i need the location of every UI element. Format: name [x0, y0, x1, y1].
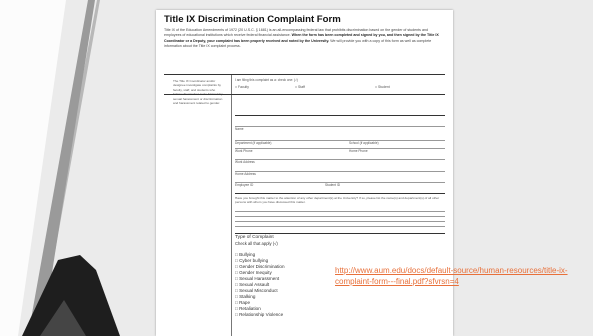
filing-option-label: Staff: [298, 85, 305, 89]
checkbox-icon: □: [235, 252, 238, 257]
complaint-type-label: Gender Inequity: [239, 269, 272, 275]
complaint-type-label: Sexual Assault: [239, 281, 270, 287]
name-field-label: Name: [235, 127, 244, 131]
form-body: The Title IX Coordinator and/or designee…: [164, 74, 445, 336]
complaint-type-subtitle: Check all that apply (√): [235, 241, 278, 246]
complaint-type-label: Gender Discrimination: [239, 263, 285, 269]
student-id-field-label: Student ID: [325, 183, 341, 187]
complaint-type-label: Retaliation: [239, 305, 261, 311]
complaint-type-label: Rape: [239, 299, 251, 305]
department-field-label: Department (if applicable): [235, 141, 272, 145]
answer-line: [235, 216, 445, 217]
home-address-field-label: Home Address: [235, 172, 256, 176]
filing-option-staff[interactable]: □ Staff: [295, 85, 305, 89]
employee-id-field-label: Employee ID: [235, 183, 254, 187]
complaint-type-label: Sexual Harassment: [239, 275, 280, 281]
checkbox-icon: □: [235, 275, 238, 281]
checkbox-icon: □: [235, 305, 238, 311]
filing-option-faculty[interactable]: □ Faculty: [235, 85, 249, 89]
prior-report-question: Have you brought this matter to the atte…: [235, 196, 440, 205]
checkbox-icon: □: [235, 257, 238, 263]
name-line: [235, 126, 445, 127]
form-title: Title IX Discrimination Complaint Form: [164, 14, 341, 25]
checkbox-icon: □: [375, 85, 378, 89]
work-phone-field-label: Work Phone: [235, 149, 253, 153]
complaint-type-label: Bullying: [239, 252, 256, 257]
answer-line: [235, 221, 445, 222]
section-rule: [235, 115, 445, 116]
filing-as-label: I am filing this complaint as a: check o…: [235, 78, 298, 82]
checkbox-icon: □: [235, 263, 238, 269]
complaint-form-document: Title IX Discrimination Complaint Form T…: [156, 10, 453, 336]
checkbox-icon: □: [235, 281, 238, 287]
checkbox-icon: □: [235, 85, 238, 89]
checkbox-icon: □: [235, 311, 238, 317]
work-address-field-label: Work Address: [235, 160, 255, 164]
filing-option-student[interactable]: □ Student: [375, 85, 390, 89]
home-address-line: [235, 171, 445, 172]
filing-option-label: Student: [378, 85, 390, 89]
filing-option-label: Faculty: [238, 85, 249, 89]
complaint-type-label: Cyber bullying: [239, 257, 269, 263]
complaint-type-label: Sexual Misconduct: [239, 287, 278, 293]
form-source-link[interactable]: http://www.aum.edu/docs/default-source/h…: [335, 265, 593, 287]
complaint-type-label: Stalking: [239, 293, 256, 299]
column-divider: [231, 75, 232, 336]
work-address-line: [235, 159, 445, 160]
answer-line: [235, 211, 445, 212]
checkbox-icon: □: [235, 299, 238, 305]
checkbox-icon: □: [235, 287, 238, 293]
checkbox-icon: □: [295, 85, 298, 89]
answer-line: [235, 226, 445, 227]
checkbox-icon: □: [235, 269, 238, 275]
section-rule: [164, 94, 445, 95]
complaint-type-label: Relationship Violence: [239, 311, 284, 317]
work-phone-line: [235, 148, 445, 149]
complaint-type-relationship-violence[interactable]: □ Relationship Violence: [235, 312, 285, 318]
side-note: The Title IX Coordinator and/or designee…: [173, 79, 223, 106]
slide: Title IX Discrimination Complaint Form T…: [0, 0, 593, 336]
home-phone-field-label: Home Phone: [349, 149, 368, 153]
section-rule: [235, 193, 445, 194]
checkbox-icon: □: [235, 293, 238, 299]
section-rule: [235, 233, 445, 234]
complaint-type-list: □ Bullying □ Cyber bullying □ Gender Dis…: [235, 252, 285, 317]
school-field-label: School (if applicable): [349, 141, 379, 145]
form-intro: Title IX of the Education Amendments of …: [164, 28, 445, 49]
